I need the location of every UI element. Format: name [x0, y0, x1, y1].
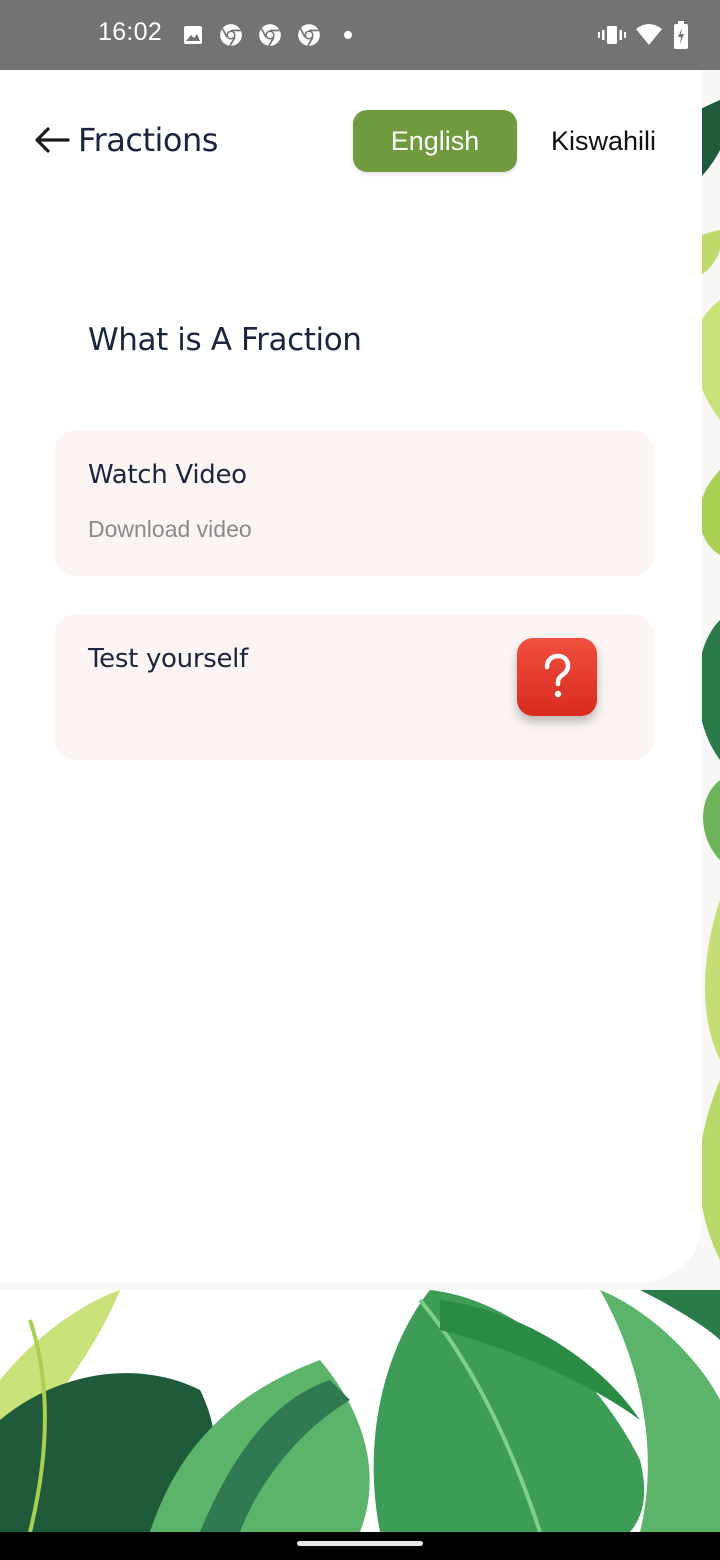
back-button[interactable]: [30, 120, 72, 162]
language-kiswahili-button[interactable]: Kiswahili: [522, 108, 685, 175]
battery-icon: [666, 20, 696, 50]
download-video-link[interactable]: Download video: [88, 516, 252, 543]
navigation-bar: [0, 1532, 720, 1560]
home-gesture-handle[interactable]: [297, 1541, 423, 1546]
image-icon: [178, 20, 208, 50]
wifi-icon: [634, 20, 664, 50]
dot-icon: [333, 20, 363, 50]
vibrate-icon: [597, 20, 627, 50]
chrome-icon: [216, 20, 246, 50]
language-english-button[interactable]: English: [353, 110, 517, 172]
page-title: Fractions: [78, 121, 218, 159]
watch-video-card[interactable]: Watch Video Download video: [54, 430, 654, 576]
section-title: What is A Fraction: [88, 322, 362, 358]
chrome-icon: [294, 20, 324, 50]
watch-video-title: Watch Video: [88, 460, 247, 490]
chrome-icon: [255, 20, 285, 50]
status-time: 16:02: [98, 18, 163, 46]
arrow-left-icon: [35, 127, 70, 153]
test-yourself-title: Test yourself: [88, 644, 248, 674]
test-yourself-card[interactable]: Test yourself: [54, 614, 654, 760]
question-icon[interactable]: [517, 638, 597, 716]
status-bar: 16:02: [0, 0, 720, 70]
